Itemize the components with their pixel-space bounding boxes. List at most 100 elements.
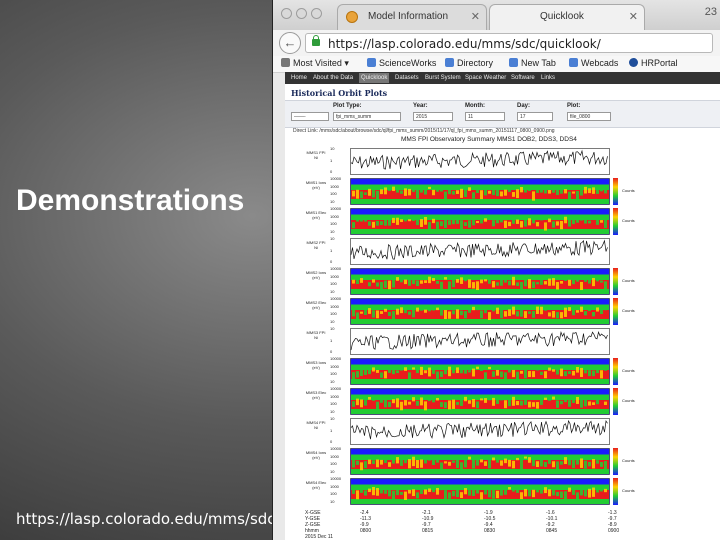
spectrogram-cell bbox=[452, 399, 455, 409]
tab-model-information[interactable]: Model Information ✕ bbox=[337, 4, 487, 30]
address-bar[interactable]: https://lasp.colorado.edu/mms/sdc/quickl… bbox=[305, 33, 713, 53]
spectrogram-cell bbox=[588, 277, 591, 284]
spectrogram-cell bbox=[584, 398, 587, 407]
panel-ytick: 10 bbox=[330, 199, 335, 204]
tab-quicklook[interactable]: Quicklook ✕ bbox=[489, 4, 645, 30]
close-tab-icon[interactable]: ✕ bbox=[471, 10, 480, 23]
spectrogram-cell bbox=[388, 280, 391, 290]
spectrogram-cell bbox=[440, 186, 443, 192]
spectrogram-cell bbox=[496, 189, 499, 197]
plot-select[interactable]: file_0800 bbox=[567, 112, 611, 121]
energy-spectrogram bbox=[350, 448, 610, 475]
spectrogram-cell bbox=[484, 489, 487, 495]
spectrogram-cell bbox=[416, 219, 419, 226]
spectrogram-cell bbox=[600, 396, 603, 400]
spectrogram-cell bbox=[540, 277, 543, 285]
energy-spectrogram bbox=[350, 388, 610, 415]
spectrogram-band bbox=[351, 479, 609, 485]
spectrogram-cell bbox=[364, 400, 367, 406]
year-select[interactable]: 2015 bbox=[413, 112, 453, 121]
spectrogram-cell bbox=[432, 307, 435, 311]
bookmark-webcads[interactable]: Webcads bbox=[569, 58, 618, 68]
spectrogram-cell bbox=[544, 281, 547, 285]
spectrogram-cell bbox=[532, 310, 535, 318]
spectrogram-cell bbox=[384, 371, 387, 379]
slide-title: Demonstrations bbox=[16, 184, 245, 217]
spectrogram-cell bbox=[356, 490, 359, 500]
spectrogram-cell bbox=[544, 461, 547, 468]
spectrogram-cell bbox=[500, 371, 503, 378]
spectrogram-cell bbox=[368, 188, 371, 196]
spectrogram-cell bbox=[352, 489, 355, 494]
quicklook-plot: MMS FPI Observatory Summary MMS1 DOB2, D… bbox=[305, 136, 655, 540]
spectrogram-cell bbox=[392, 278, 395, 288]
spectrogram-cell bbox=[532, 457, 535, 467]
spectrogram-cell bbox=[356, 460, 359, 465]
spectrogram-cell bbox=[548, 278, 551, 286]
spectrogram-cell bbox=[364, 461, 367, 469]
spectrogram-cell bbox=[500, 216, 503, 223]
spectrogram-cell bbox=[456, 459, 459, 469]
menu-about-the-data[interactable]: About the Data bbox=[313, 75, 353, 81]
maximize-window-button[interactable] bbox=[311, 8, 322, 19]
spectrogram-cell bbox=[372, 486, 375, 496]
spectrogram-cell bbox=[560, 368, 563, 377]
bookmark-new-tab[interactable]: New Tab bbox=[509, 58, 556, 68]
spectrogram-cell bbox=[544, 307, 547, 311]
month-select[interactable]: 11 bbox=[465, 112, 505, 121]
spectrogram-cell bbox=[360, 369, 363, 376]
menu-home[interactable]: Home bbox=[291, 75, 307, 81]
spectrogram-cell bbox=[424, 457, 427, 464]
direct-link[interactable]: Direct Link: /mms/sdc/about/browse/sdc/q… bbox=[293, 128, 555, 134]
day-select[interactable]: 17 bbox=[517, 112, 553, 121]
spectrogram-cell bbox=[484, 398, 487, 403]
spectrogram-cell bbox=[520, 221, 523, 228]
spectrogram-cell bbox=[496, 456, 499, 463]
spectrogram-cell bbox=[368, 368, 371, 375]
close-window-button[interactable] bbox=[281, 8, 292, 19]
colorbar bbox=[613, 448, 618, 475]
spectrogram-cell bbox=[488, 216, 491, 219]
menu-datasets[interactable]: Datasets bbox=[395, 75, 419, 81]
spectrogram-cell bbox=[388, 368, 391, 373]
menu-quicklook[interactable]: Quicklook bbox=[359, 73, 390, 83]
menu-burst-system[interactable]: Burst System bbox=[425, 75, 461, 81]
plot-type-label: Plot Type: bbox=[333, 103, 362, 109]
back-button[interactable]: ← bbox=[279, 32, 301, 54]
tab-label: Quicklook bbox=[540, 11, 584, 22]
spectrogram-cell bbox=[508, 368, 511, 373]
spectrogram-cell bbox=[400, 367, 403, 371]
minimize-window-button[interactable] bbox=[296, 8, 307, 19]
spectrogram-cell bbox=[604, 488, 607, 493]
spectrogram-cell bbox=[460, 492, 463, 499]
bookmark-scienceworks[interactable]: ScienceWorks bbox=[367, 58, 436, 68]
menu-space-weather[interactable]: Space Weather bbox=[465, 75, 506, 81]
spectrogram-cell bbox=[444, 219, 447, 228]
panel-ylabel: MMS3 Ions (eV) bbox=[305, 360, 327, 370]
spectrogram-cell bbox=[368, 308, 371, 314]
spectrogram-cell bbox=[584, 279, 587, 282]
spectrogram-cell bbox=[516, 457, 519, 461]
observatory-select[interactable]: ——- bbox=[291, 112, 329, 121]
bookmark-directory[interactable]: Directory bbox=[445, 58, 493, 68]
menu-software[interactable]: Software bbox=[511, 75, 535, 81]
spectrogram-cell bbox=[460, 188, 463, 198]
menu-links[interactable]: Links bbox=[541, 75, 555, 81]
spectrogram-cell bbox=[416, 492, 419, 499]
panel-ytick: 10 bbox=[330, 409, 335, 414]
spectrogram-cell bbox=[548, 312, 551, 317]
globe-icon bbox=[629, 58, 638, 67]
spectrogram-band bbox=[351, 379, 609, 384]
bookmark-hrportal[interactable]: HRPortal bbox=[629, 58, 678, 68]
spectrogram-cell bbox=[464, 488, 467, 495]
spectrogram-cell bbox=[572, 307, 575, 316]
spectrogram-cell bbox=[396, 277, 399, 281]
bookmark-most-visited[interactable]: Most Visited ▾ bbox=[281, 58, 349, 69]
spectrogram-cell bbox=[396, 398, 399, 408]
spectrogram-cell bbox=[532, 281, 535, 288]
address-text: https://lasp.colorado.edu/mms/sdc/quickl… bbox=[328, 37, 601, 51]
panel-ylabel: MMS3 Elec (eV) bbox=[305, 390, 327, 400]
spectrogram-cell bbox=[408, 489, 411, 494]
close-tab-icon[interactable]: ✕ bbox=[629, 10, 638, 23]
plot-type-select[interactable]: fpi_mms_summ bbox=[333, 112, 401, 121]
